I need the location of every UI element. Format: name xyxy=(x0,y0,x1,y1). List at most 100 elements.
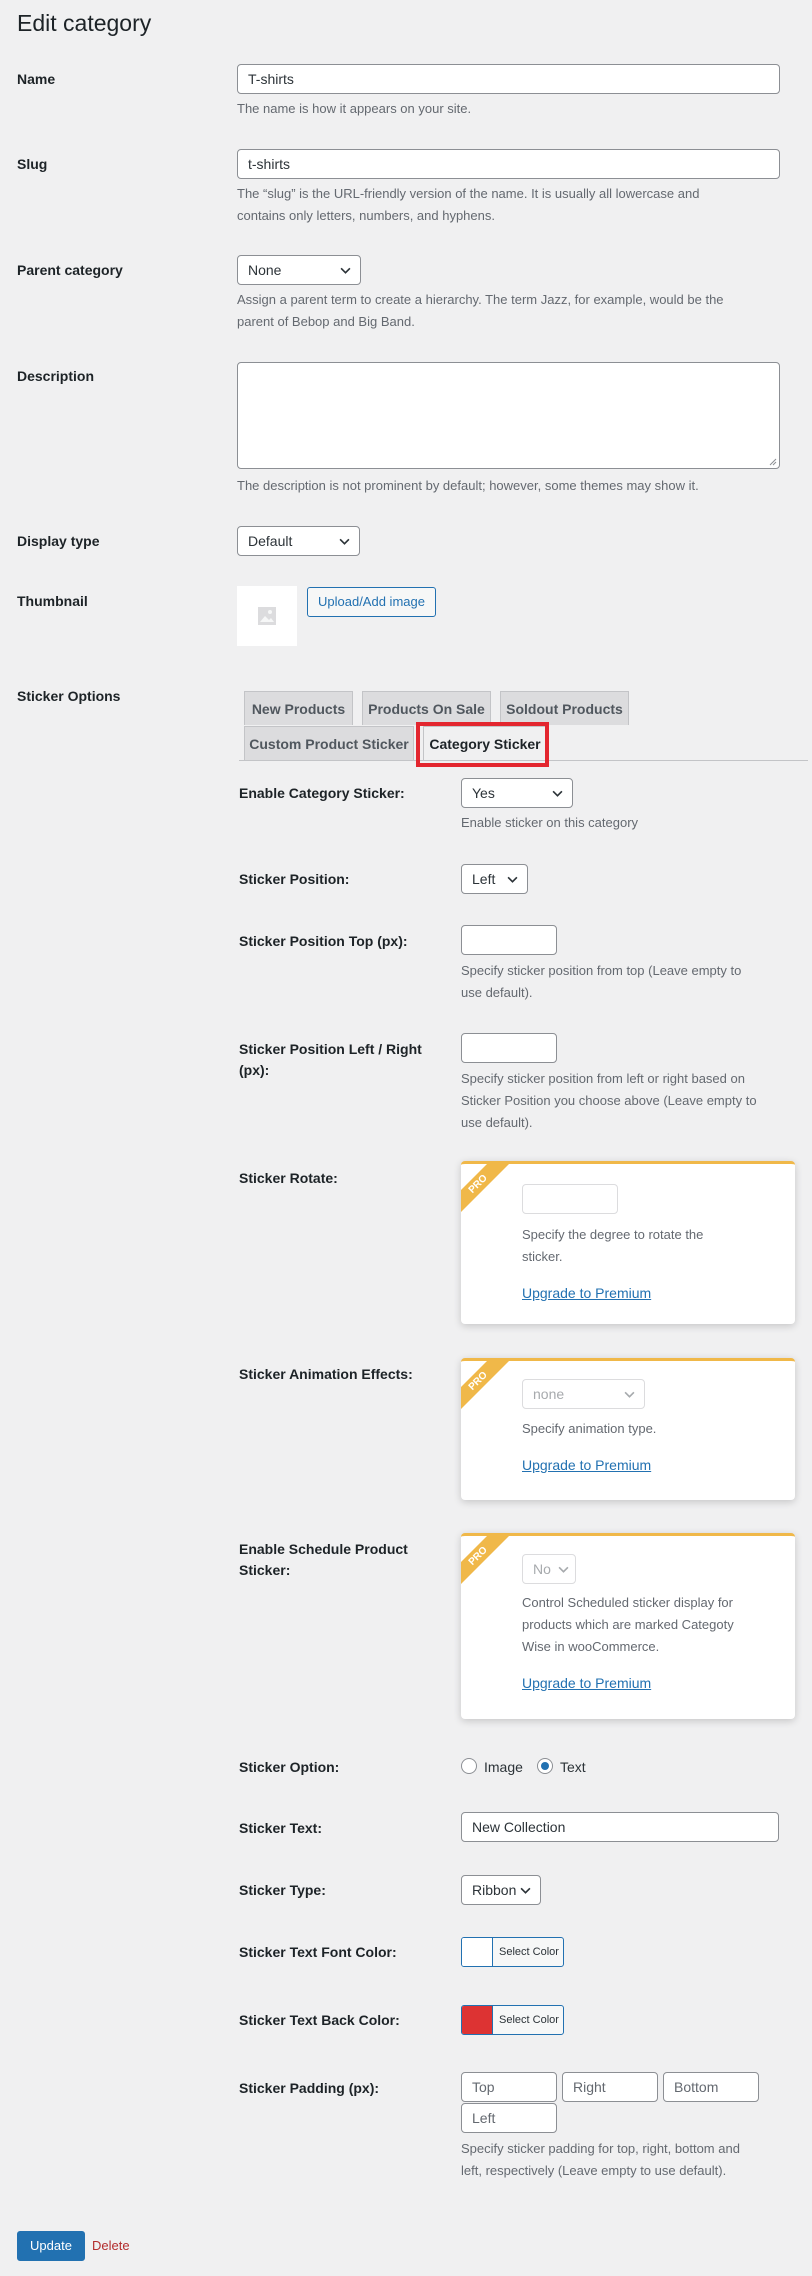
tab-soldout-products[interactable]: Soldout Products xyxy=(500,691,629,725)
parent-description-1: Assign a parent term to create a hierarc… xyxy=(237,292,724,307)
name-description: The name is how it appears on your site. xyxy=(237,101,472,116)
sticker-type-value: Ribbon xyxy=(472,1882,517,1898)
slug-input[interactable]: t-shirts xyxy=(237,149,780,179)
chevron-down-icon xyxy=(624,1391,635,1398)
pro-badge: PRO xyxy=(461,1361,509,1409)
slug-description-2: contains only letters, numbers, and hyph… xyxy=(237,208,495,223)
enable-sticker-label: Enable Category Sticker: xyxy=(239,785,405,801)
animation-pro-card: PRO none Specify animation type. Upgrade… xyxy=(461,1358,795,1500)
sticker-padding-label: Sticker Padding (px): xyxy=(239,2080,380,2096)
position-side-input[interactable] xyxy=(461,1033,557,1063)
tab-products-on-sale[interactable]: Products On Sale xyxy=(362,691,491,725)
description-textarea[interactable] xyxy=(237,362,780,469)
upload-image-button[interactable]: Upload/Add image xyxy=(307,587,436,617)
parent-category-label: Parent category xyxy=(17,262,123,278)
chevron-down-icon xyxy=(558,1566,569,1573)
schedule-upgrade-link[interactable]: Upgrade to Premium xyxy=(522,1675,651,1691)
tab-new-products[interactable]: New Products xyxy=(244,691,353,725)
sticker-options-label: Sticker Options xyxy=(17,688,121,704)
active-tab-highlight xyxy=(416,722,549,767)
delete-link[interactable]: Delete xyxy=(92,2237,130,2255)
sticker-text-input[interactable]: New Collection xyxy=(461,1812,779,1842)
display-type-value: Default xyxy=(248,533,293,549)
slug-label: Slug xyxy=(17,156,48,172)
sticker-animation-label: Sticker Animation Effects: xyxy=(239,1366,413,1382)
sticker-text-label: Sticker Text: xyxy=(239,1820,322,1836)
schedule-label-1: Enable Schedule Product xyxy=(239,1541,408,1557)
resize-handle-icon[interactable] xyxy=(768,457,777,466)
schedule-description-3: Wise in wooCommerce. xyxy=(522,1639,660,1654)
rotate-description-2: sticker. xyxy=(522,1249,563,1264)
position-side-description-2: Sticker Position you choose above (Leave… xyxy=(461,1093,757,1108)
radio-image-label[interactable]: Image xyxy=(484,1757,523,1778)
animation-value: none xyxy=(533,1386,565,1402)
parent-description-2: parent of Bebop and Big Band. xyxy=(237,314,415,329)
name-input[interactable]: T-shirts xyxy=(237,64,780,94)
rotate-description-1: Specify the degree to rotate the xyxy=(522,1227,704,1242)
sticker-position-label: Sticker Position: xyxy=(239,871,350,887)
schedule-select[interactable]: No xyxy=(522,1554,576,1584)
radio-text[interactable] xyxy=(537,1758,553,1774)
animation-upgrade-link[interactable]: Upgrade to Premium xyxy=(522,1457,651,1473)
description-help: The description is not prominent by defa… xyxy=(237,478,699,493)
position-side-description-1: Specify sticker position from left or ri… xyxy=(461,1071,745,1086)
position-side-description-3: use default). xyxy=(461,1115,533,1130)
chevron-down-icon xyxy=(339,538,350,545)
name-label: Name xyxy=(17,71,56,87)
display-type-label: Display type xyxy=(17,533,100,549)
position-top-label: Sticker Position Top (px): xyxy=(239,933,408,949)
animation-select[interactable]: none xyxy=(522,1379,645,1409)
chevron-down-icon xyxy=(507,876,518,883)
thumbnail-preview xyxy=(237,586,297,646)
sticker-type-select[interactable]: Ribbon xyxy=(461,1875,541,1905)
sticker-rotate-label: Sticker Rotate: xyxy=(239,1170,338,1186)
enable-sticker-description: Enable sticker on this category xyxy=(461,815,639,830)
radio-image[interactable] xyxy=(461,1758,477,1774)
back-color-swatch xyxy=(462,2006,493,2034)
sticker-position-value: Left xyxy=(472,871,496,887)
padding-left-input[interactable]: Left xyxy=(461,2103,557,2133)
pro-badge: PRO xyxy=(461,1164,509,1212)
tab-custom-product-sticker[interactable]: Custom Product Sticker xyxy=(244,726,414,760)
page-title: Edit category xyxy=(17,10,152,36)
pro-badge: PRO xyxy=(461,1536,509,1584)
update-button[interactable]: Update xyxy=(17,2231,85,2261)
sticker-type-label: Sticker Type: xyxy=(239,1882,326,1898)
padding-bottom-input[interactable]: Bottom xyxy=(663,2072,759,2102)
enable-sticker-value: Yes xyxy=(472,785,495,801)
enable-sticker-select[interactable]: Yes xyxy=(461,778,573,808)
chevron-down-icon xyxy=(520,1887,531,1894)
schedule-pro-card: PRO No Control Scheduled sticker display… xyxy=(461,1533,795,1719)
animation-description: Specify animation type. xyxy=(522,1421,657,1436)
back-color-picker[interactable]: Select Color xyxy=(461,2005,564,2035)
sticker-position-select[interactable]: Left xyxy=(461,864,528,894)
display-type-select[interactable]: Default xyxy=(237,526,360,556)
padding-description-2: left, respectively (Leave empty to use d… xyxy=(461,2163,727,2178)
position-side-label-2: (px): xyxy=(239,1062,270,1078)
font-color-picker[interactable]: Select Color xyxy=(461,1937,564,1967)
position-top-description-2: use default). xyxy=(461,985,533,1000)
parent-category-select[interactable]: None xyxy=(237,255,361,285)
chevron-down-icon xyxy=(340,267,351,274)
slug-description-1: The “slug” is the URL-friendly version o… xyxy=(237,186,700,201)
position-top-description-1: Specify sticker position from top (Leave… xyxy=(461,963,742,978)
sticker-option-label: Sticker Option: xyxy=(239,1759,340,1775)
rotate-upgrade-link[interactable]: Upgrade to Premium xyxy=(522,1285,651,1301)
back-color-label: Sticker Text Back Color: xyxy=(239,2012,400,2028)
description-label: Description xyxy=(17,368,95,384)
chevron-down-icon xyxy=(552,790,563,797)
font-color-label: Sticker Text Font Color: xyxy=(239,1944,397,1960)
font-color-button-label: Select Color xyxy=(499,1946,559,1958)
padding-right-input[interactable]: Right xyxy=(562,2072,658,2102)
position-top-input[interactable] xyxy=(461,925,557,955)
padding-top-input[interactable]: Top xyxy=(461,2072,557,2102)
placeholder-image-icon xyxy=(258,607,276,625)
radio-text-label[interactable]: Text xyxy=(560,1757,586,1778)
position-side-label-1: Sticker Position Left / Right xyxy=(239,1041,422,1057)
schedule-label-2: Sticker: xyxy=(239,1562,291,1578)
rotate-input[interactable] xyxy=(522,1184,618,1214)
rotate-pro-card: PRO Specify the degree to rotate the sti… xyxy=(461,1161,795,1324)
schedule-value: No xyxy=(533,1561,551,1577)
schedule-description-1: Control Scheduled sticker display for xyxy=(522,1595,733,1610)
parent-category-value: None xyxy=(248,262,282,278)
